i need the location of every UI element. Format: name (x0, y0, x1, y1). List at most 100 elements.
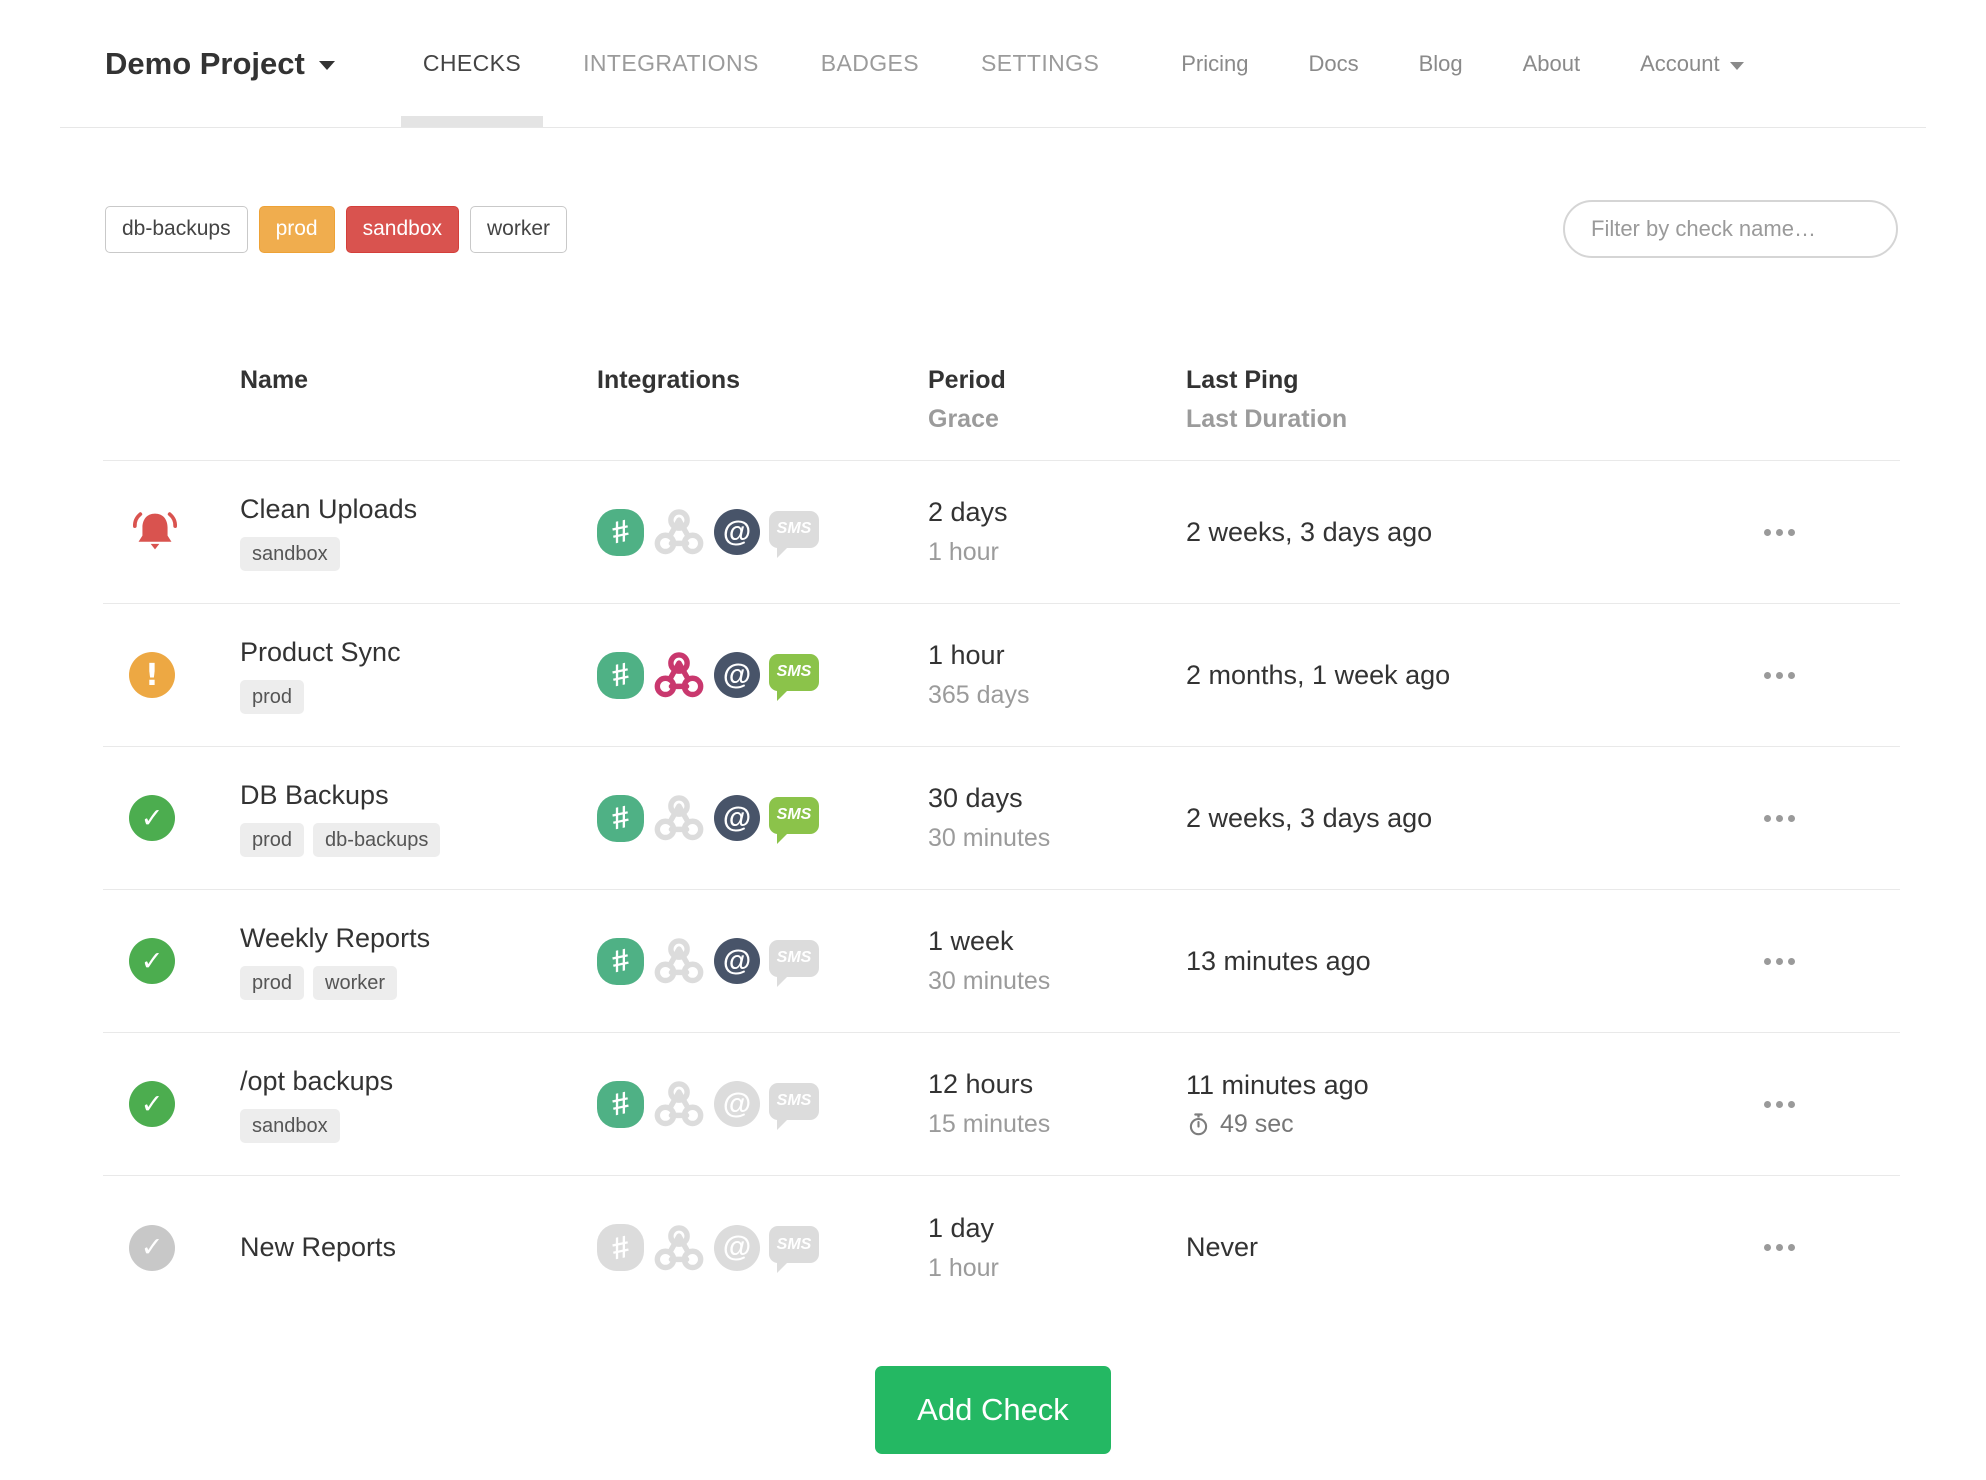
email-icon: @ (714, 795, 760, 841)
tab-checks[interactable]: CHECKS (400, 0, 544, 127)
status-alert-icon (129, 506, 181, 558)
status-warning-icon (129, 652, 175, 698)
email-icon: @ (714, 509, 760, 555)
slack-icon: # (597, 651, 644, 699)
sms-icon: SMS (769, 796, 819, 844)
chevron-down-icon (1729, 61, 1744, 70)
top-navbar: Demo Project CHECKS INTEGRATIONS BADGES … (60, 0, 1926, 128)
check-row: /opt backups sandbox # @ SMS 12 hours 15… (103, 1033, 1900, 1176)
row-menu-button[interactable] (1756, 807, 1803, 830)
tag-filter-prod[interactable]: prod (258, 205, 335, 253)
site-nav: Pricing Docs Blog About Account (1181, 0, 1744, 127)
check-name[interactable]: DB Backups (240, 780, 597, 811)
row-menu-button[interactable] (1756, 1236, 1803, 1259)
webhook-icon (654, 1081, 704, 1127)
tag-filter-worker[interactable]: worker (470, 205, 568, 253)
slack-icon: # (597, 1224, 644, 1271)
status-ok-icon (129, 938, 175, 984)
account-label: Account (1640, 50, 1720, 76)
email-icon: @ (714, 1224, 760, 1271)
check-period: 1 week (928, 926, 1014, 956)
sms-icon: SMS (769, 510, 819, 558)
check-last-ping: 2 weeks, 3 days ago (1186, 516, 1433, 547)
status-circle (129, 1081, 175, 1127)
project-tabs: CHECKS INTEGRATIONS BADGES SETTINGS (400, 0, 1099, 127)
check-name[interactable]: Clean Uploads (240, 494, 597, 525)
sms-icon: SMS (769, 653, 819, 701)
check-last-duration: 49 sec (1186, 1110, 1756, 1139)
check-tag: sandbox (240, 536, 340, 571)
row-menu-button[interactable] (1756, 1093, 1803, 1116)
check-tag: db-backups (313, 822, 441, 857)
check-row: Product Sync prod # @ SMS 1 hour 365 day… (103, 604, 1900, 747)
add-check-button[interactable]: Add Check (875, 1366, 1111, 1454)
status-circle (129, 652, 175, 698)
tag-filter-sandbox[interactable]: sandbox (345, 205, 460, 253)
status-circle (129, 938, 175, 984)
nav-link-docs[interactable]: Docs (1308, 51, 1358, 77)
check-name[interactable]: /opt backups (240, 1066, 597, 1097)
check-last-ping: 13 minutes ago (1186, 945, 1371, 976)
status-ok-icon (129, 795, 175, 841)
webhook-icon (654, 652, 704, 698)
col-header-last-ping: Last Ping (1186, 366, 1299, 394)
slack-icon: # (597, 937, 644, 985)
check-row: DB Backups prod db-backups # @ SMS 30 da… (103, 747, 1900, 890)
col-header-integrations: Integrations (597, 366, 741, 394)
check-last-ping: 2 weeks, 3 days ago (1186, 802, 1433, 833)
sms-icon: SMS (769, 1082, 819, 1130)
tab-settings[interactable]: SETTINGS (981, 0, 1099, 127)
email-icon: @ (714, 1081, 760, 1127)
col-header-last-duration: Last Duration (1186, 405, 1348, 433)
check-grace: 15 minutes (928, 1110, 1051, 1138)
check-row: Weekly Reports prod worker # @ SMS 1 wee… (103, 890, 1900, 1033)
email-icon: @ (714, 652, 760, 698)
footer-actions: Add Check (0, 1366, 1986, 1454)
check-period: 1 hour (928, 640, 1005, 670)
project-name: Demo Project (105, 45, 305, 81)
tag-filter-db-backups[interactable]: db-backups (105, 205, 248, 253)
check-row: Clean Uploads sandbox # @ SMS 2 days 1 h… (103, 461, 1900, 604)
check-tag: sandbox (240, 1108, 340, 1143)
check-grace: 1 hour (928, 538, 999, 566)
tab-badges[interactable]: BADGES (821, 0, 919, 127)
check-period: 1 day (928, 1212, 995, 1243)
nav-link-blog[interactable]: Blog (1419, 51, 1463, 77)
check-tag: prod (240, 822, 305, 857)
webhook-icon (654, 1224, 704, 1270)
nav-link-about[interactable]: About (1523, 51, 1581, 77)
row-menu-button[interactable] (1756, 664, 1803, 687)
row-menu-button[interactable] (1756, 521, 1803, 544)
check-name[interactable]: Weekly Reports (240, 923, 597, 954)
check-tag: prod (240, 679, 305, 714)
stopwatch-icon (1189, 1112, 1208, 1135)
email-icon: @ (714, 938, 760, 984)
check-grace: 365 days (928, 681, 1030, 709)
project-switcher[interactable]: Demo Project (60, 0, 335, 127)
status-circle (129, 1224, 175, 1271)
check-last-ping: 2 months, 1 week ago (1186, 659, 1451, 690)
check-last-ping: 11 minutes ago (1186, 1069, 1369, 1100)
account-menu[interactable]: Account (1640, 51, 1744, 77)
alarm-bell-icon (133, 512, 177, 550)
webhook-icon (654, 938, 704, 984)
col-header-period: Period (928, 366, 1006, 394)
check-name-filter-input[interactable] (1563, 200, 1898, 258)
col-header-name: Name (240, 366, 309, 394)
check-name[interactable]: Product Sync (240, 637, 597, 668)
filter-toolbar: db-backups prod sandbox worker (105, 200, 1898, 258)
tab-integrations[interactable]: INTEGRATIONS (583, 0, 759, 127)
status-circle (129, 795, 175, 841)
check-tag: worker (313, 965, 398, 1000)
row-menu-button[interactable] (1756, 950, 1803, 973)
check-grace: 30 minutes (928, 824, 1051, 852)
check-last-ping: Never (1186, 1232, 1259, 1262)
check-tag: prod (240, 965, 305, 1000)
check-name[interactable]: New Reports (240, 1232, 597, 1263)
webhook-icon (654, 795, 704, 841)
check-grace: 1 hour (928, 1253, 999, 1282)
col-header-grace: Grace (928, 405, 999, 433)
sms-icon: SMS (769, 1226, 819, 1273)
slack-icon: # (597, 1080, 644, 1128)
nav-link-pricing[interactable]: Pricing (1181, 51, 1248, 77)
